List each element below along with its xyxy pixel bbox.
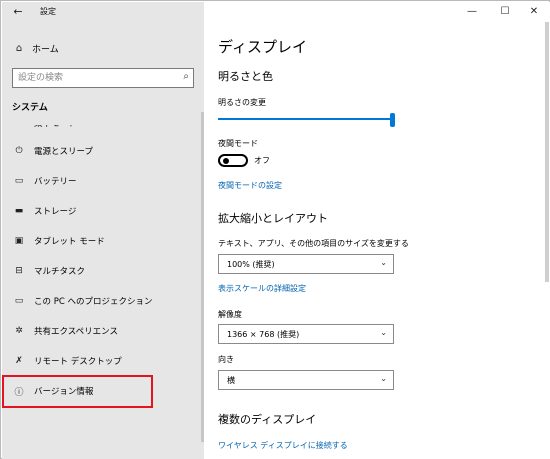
night-light-label: 夜間モード: [218, 139, 258, 148]
orientation-dropdown[interactable]: 横 ⌄: [218, 370, 394, 390]
slider-thumb[interactable]: [390, 113, 395, 127]
back-arrow-icon[interactable]: ←: [10, 4, 26, 20]
storage-icon: ▬: [14, 206, 24, 216]
multi-display-section-title: 複数のディスプレイ: [218, 413, 317, 426]
sidebar-item-remote-desktop[interactable]: ✗ リモート デスクトップ: [2, 350, 204, 372]
sidebar-item-label: ストレージ: [34, 207, 77, 217]
chevron-down-icon: ⌄: [380, 328, 387, 337]
night-light-settings-link[interactable]: 夜間モードの設定: [218, 180, 282, 191]
tablet-icon: ▣: [14, 236, 24, 246]
search-input[interactable]: [13, 69, 171, 87]
app-title: 設定: [40, 7, 56, 16]
sidebar-item-projection[interactable]: ▭ この PC へのプロジェクション: [2, 290, 204, 312]
home-label: ホーム: [32, 44, 59, 55]
search-icon[interactable]: ⌕: [183, 71, 189, 82]
sidebar-item-label: この PC へのプロジェクション: [34, 297, 153, 307]
multitask-icon: ⊟: [15, 266, 23, 276]
remote-icon: ✗: [15, 356, 23, 366]
sidebar-item-label: 共有エクスペリエンス: [34, 327, 118, 337]
sidebar-item-label: リモート デスクトップ: [34, 357, 122, 367]
resolution-value: 1366 × 768 (推奨): [227, 330, 300, 339]
sidebar-item-label: バッテリー: [34, 177, 77, 187]
advanced-scale-link[interactable]: 表示スケールの詳細設定: [218, 283, 306, 294]
settings-window: ← 設定 ⌂ ホーム ⌕ システム 集中モード ⏻ 電源とスリープ ▭ バッテリ…: [0, 0, 550, 459]
slider-track: [218, 118, 394, 120]
minimize-button[interactable]: —: [460, 4, 484, 20]
sidebar-item-focus-assist[interactable]: 集中モード: [2, 112, 204, 134]
sidebar-item-shared-experiences[interactable]: ✲ 共有エクスペリエンス: [2, 320, 204, 342]
night-light-toggle[interactable]: [218, 154, 248, 167]
share-icon: ✲: [15, 326, 23, 336]
maximize-button[interactable]: ☐: [493, 4, 517, 20]
search-box[interactable]: ⌕: [12, 68, 194, 88]
scale-label: テキスト、アプリ、その他の項目のサイズを変更する: [218, 239, 409, 248]
resolution-label: 解像度: [218, 310, 242, 319]
page-title: ディスプレイ: [218, 38, 307, 56]
sidebar-item-label: マルチタスク: [34, 267, 86, 277]
power-icon: ⏻: [15, 146, 23, 156]
home-link[interactable]: ⌂ ホーム: [12, 40, 59, 56]
scale-value: 100% (推奨): [227, 260, 275, 269]
sidebar-item-label: 電源とスリープ: [34, 147, 93, 157]
brightness-label: 明るさの変更: [218, 98, 266, 107]
orientation-label: 向き: [218, 355, 234, 364]
projection-icon: ▭: [14, 296, 24, 306]
close-button[interactable]: ✕: [522, 4, 546, 20]
scale-section-title: 拡大縮小とレイアウト: [218, 212, 328, 225]
sidebar-item-battery[interactable]: ▭ バッテリー: [2, 170, 204, 192]
main-content: — ☐ ✕ ディスプレイ 明るさと色 明るさの変更 夜間モード オフ 夜間モード…: [204, 2, 550, 459]
scale-dropdown[interactable]: 100% (推奨) ⌄: [218, 254, 394, 274]
highlight-box: [2, 375, 153, 408]
wireless-display-link[interactable]: ワイヤレス ディスプレイに接続する: [218, 440, 348, 451]
brightness-section-title: 明るさと色: [218, 70, 273, 83]
brightness-slider[interactable]: [218, 113, 396, 127]
sidebar-item-label: タブレット モード: [34, 237, 105, 247]
sidebar-item-tablet-mode[interactable]: ▣ タブレット モード: [2, 230, 204, 252]
sidebar-item-label: 集中モード: [34, 119, 77, 129]
chevron-down-icon: ⌄: [380, 258, 387, 267]
resolution-dropdown[interactable]: 1366 × 768 (推奨) ⌄: [218, 324, 394, 344]
orientation-value: 横: [227, 376, 235, 385]
home-icon: ⌂: [15, 42, 23, 54]
sidebar-item-power-sleep[interactable]: ⏻ 電源とスリープ: [2, 140, 204, 162]
content-scrollbar[interactable]: [545, 22, 549, 282]
night-light-state: オフ: [254, 156, 270, 165]
chevron-down-icon: ⌄: [380, 374, 387, 383]
title-bar: ← 設定: [2, 2, 204, 22]
toggle-knob: [223, 158, 229, 164]
battery-icon: ▭: [14, 176, 24, 186]
sidebar-item-multitasking[interactable]: ⊟ マルチタスク: [2, 260, 204, 282]
sidebar-item-storage[interactable]: ▬ ストレージ: [2, 200, 204, 222]
